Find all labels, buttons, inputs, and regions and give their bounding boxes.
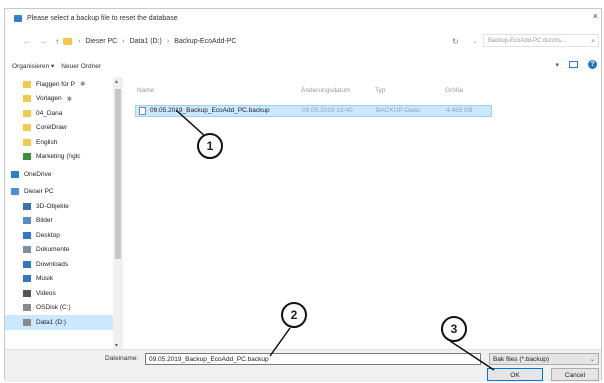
callout-3: 3 (441, 316, 467, 342)
callout-lines (175, 109, 495, 371)
callout-2: 2 (281, 302, 307, 328)
callout-1: 1 (197, 133, 223, 159)
